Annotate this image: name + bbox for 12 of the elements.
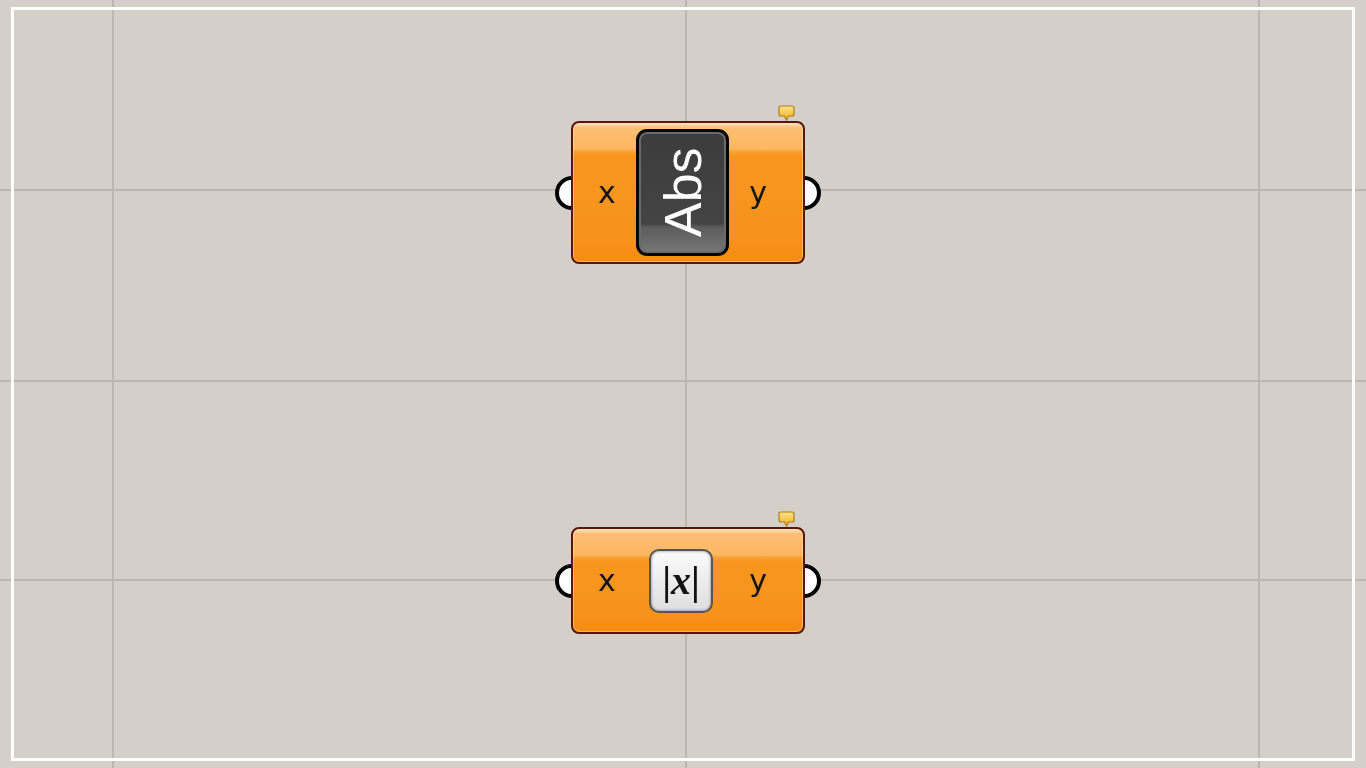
output-port-icon[interactable] xyxy=(805,175,823,210)
speech-bubble-icon xyxy=(778,105,795,121)
output-param-label: y xyxy=(749,562,767,599)
input-param-label: x xyxy=(598,562,616,599)
output-port-icon[interactable] xyxy=(805,563,823,598)
speech-bubble-icon xyxy=(778,511,795,527)
absolute-value-icon: |x| xyxy=(649,548,713,613)
input-port-icon[interactable] xyxy=(553,563,571,598)
component-name-label: Abs xyxy=(635,129,729,256)
input-port-icon[interactable] xyxy=(553,175,571,210)
output-param-label: y xyxy=(749,174,767,211)
input-param-label: x xyxy=(598,174,616,211)
